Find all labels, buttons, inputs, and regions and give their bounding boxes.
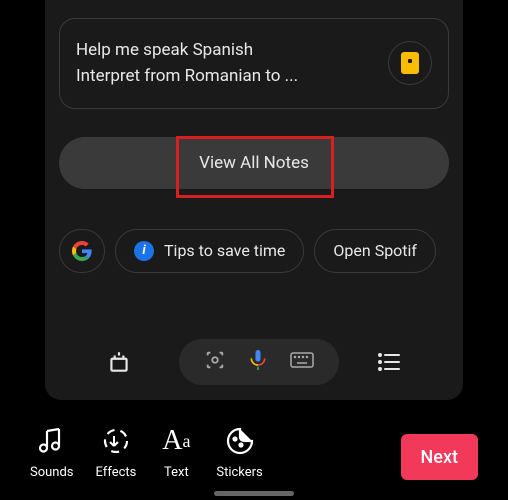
text-icon: Aa (158, 423, 194, 459)
home-indicator[interactable] (214, 491, 294, 496)
sounds-label: Sounds (30, 465, 74, 480)
assistant-panel: Help me speak Spanish Interpret from Rom… (45, 0, 463, 400)
tips-chip[interactable]: i Tips to save time (115, 229, 304, 273)
flash-icon[interactable] (105, 348, 133, 376)
lens-icon[interactable] (204, 349, 226, 375)
effects-button[interactable]: Effects (96, 423, 137, 480)
input-bar (105, 338, 403, 386)
info-icon: i (134, 241, 154, 261)
text-button[interactable]: Aa Text (158, 423, 194, 480)
input-pill (179, 339, 339, 385)
note-line-1: Help me speak Spanish (76, 37, 376, 63)
effects-label: Effects (96, 465, 137, 480)
view-all-label: View All Notes (199, 153, 309, 173)
text-label: Text (164, 465, 189, 480)
sounds-button[interactable]: Sounds (30, 423, 74, 480)
list-icon[interactable] (375, 348, 403, 376)
spotify-label: Open Spotif (333, 241, 417, 260)
stickers-icon (222, 423, 258, 459)
note-line-2: Interpret from Romanian to ... (76, 63, 376, 89)
next-label: Next (421, 447, 458, 468)
view-all-notes-button[interactable]: View All Notes (59, 137, 449, 189)
spotify-chip[interactable]: Open Spotif (314, 229, 436, 273)
google-chip[interactable] (59, 229, 105, 273)
mic-icon[interactable] (248, 348, 268, 376)
tips-label: Tips to save time (164, 241, 285, 260)
next-button[interactable]: Next (401, 434, 478, 480)
bottom-toolbar: Sounds Effects Aa Text Stickers Next (30, 423, 478, 480)
note-card[interactable]: Help me speak Spanish Interpret from Rom… (59, 18, 449, 109)
keyboard-icon[interactable] (290, 351, 314, 373)
sounds-icon (34, 423, 70, 459)
stickers-button[interactable]: Stickers (216, 423, 262, 480)
keep-icon (401, 52, 419, 74)
suggestion-chips: i Tips to save time Open Spotif (59, 229, 449, 273)
note-text: Help me speak Spanish Interpret from Rom… (76, 37, 376, 90)
effects-icon (98, 423, 134, 459)
stickers-label: Stickers (216, 465, 262, 480)
keep-icon-wrap (388, 41, 432, 85)
google-logo-icon (72, 241, 92, 261)
